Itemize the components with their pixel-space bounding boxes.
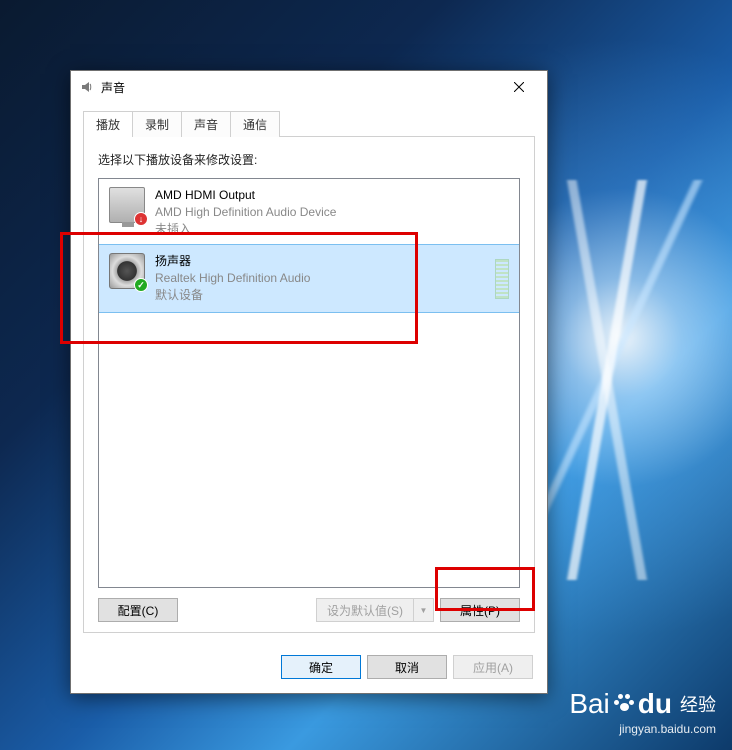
speaker-device-icon	[109, 253, 145, 289]
ok-button[interactable]: 确定	[281, 655, 361, 679]
brand-text-b: du	[638, 688, 672, 720]
set-default-split-button: 设为默认值(S)	[316, 598, 434, 622]
dialog-button-row: 确定 取消 应用(A)	[71, 645, 547, 693]
device-name: 扬声器	[155, 253, 485, 270]
device-desc: AMD High Definition Audio Device	[155, 204, 509, 221]
properties-button[interactable]: 属性(P)	[440, 598, 520, 622]
cancel-button[interactable]: 取消	[367, 655, 447, 679]
titlebar: 声音	[71, 71, 547, 103]
set-default-button[interactable]: 设为默认值(S)	[316, 598, 414, 622]
watermark-url: jingyan.baidu.com	[569, 722, 716, 736]
device-status: 默认设备	[155, 287, 485, 304]
brand-text-a: Bai	[569, 688, 609, 720]
device-name: AMD HDMI Output	[155, 187, 509, 204]
device-item-speakers[interactable]: 扬声器 Realtek High Definition Audio 默认设备	[98, 244, 520, 312]
level-meter	[495, 259, 509, 299]
dialog-title: 声音	[101, 79, 499, 96]
device-text: AMD HDMI Output AMD High Definition Audi…	[155, 187, 509, 237]
tab-playback[interactable]: 播放	[83, 111, 133, 137]
sound-dialog: 声音 播放 录制 声音 通信 选择以下播放设备来修改设置: AMD HDMI O…	[70, 70, 548, 694]
apply-button[interactable]: 应用(A)	[453, 655, 533, 679]
device-item-hdmi[interactable]: AMD HDMI Output AMD High Definition Audi…	[99, 179, 519, 245]
tab-row: 播放 录制 声音 通信	[71, 103, 547, 137]
speaker-icon	[79, 79, 95, 95]
list-button-row: 配置(C) 设为默认值(S) 属性(P)	[98, 598, 520, 622]
tab-sounds[interactable]: 声音	[181, 111, 231, 137]
close-button[interactable]	[499, 74, 539, 100]
paw-icon	[614, 694, 634, 714]
device-text: 扬声器 Realtek High Definition Audio 默认设备	[155, 253, 485, 303]
device-desc: Realtek High Definition Audio	[155, 270, 485, 287]
tab-recording[interactable]: 录制	[132, 111, 182, 137]
device-list[interactable]: AMD HDMI Output AMD High Definition Audi…	[98, 178, 520, 588]
prompt-text: 选择以下播放设备来修改设置:	[98, 151, 520, 168]
device-status: 未插入	[155, 221, 509, 238]
unplugged-badge-icon	[134, 212, 148, 226]
tab-panel: 选择以下播放设备来修改设置: AMD HDMI Output AMD High …	[83, 136, 535, 633]
monitor-icon	[109, 187, 145, 223]
brand-logo: Bai du 经验	[569, 688, 716, 720]
close-icon	[514, 82, 524, 92]
watermark: Bai du 经验 jingyan.baidu.com	[569, 688, 716, 736]
default-badge-icon	[134, 278, 148, 292]
set-default-dropdown-arrow[interactable]	[414, 598, 434, 622]
configure-button[interactable]: 配置(C)	[98, 598, 178, 622]
brand-cn: 经验	[680, 691, 716, 717]
tab-communications[interactable]: 通信	[230, 111, 280, 137]
